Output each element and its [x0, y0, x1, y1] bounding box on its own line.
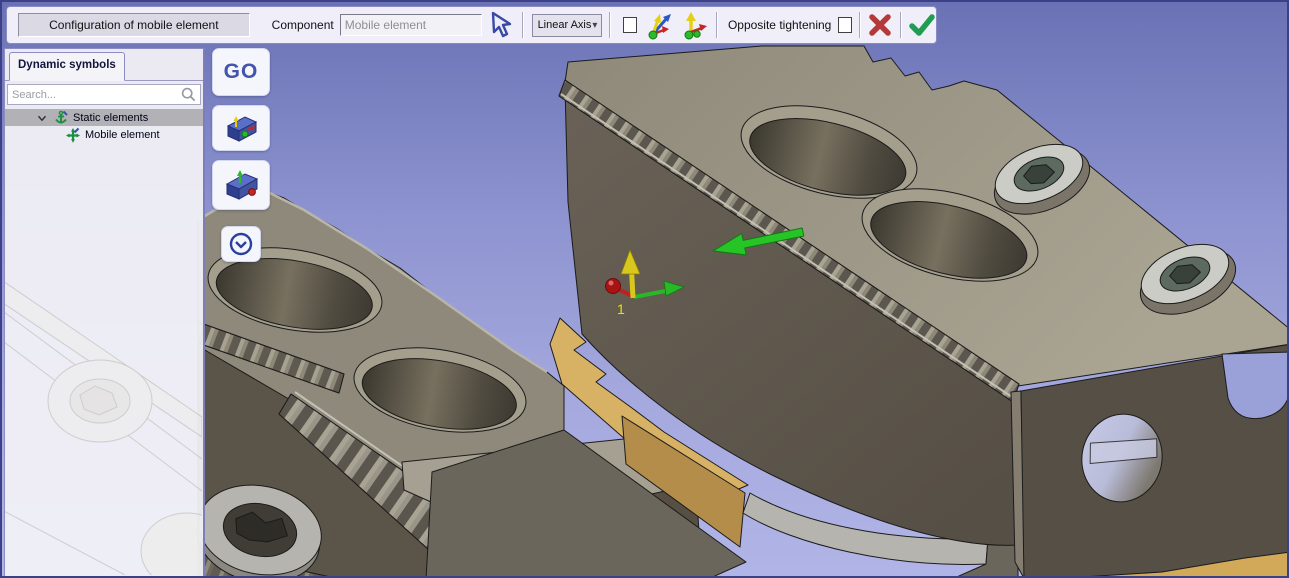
- clock-chevron-icon: [228, 231, 254, 257]
- go-label: GO: [224, 60, 259, 84]
- block-triad-icon: [223, 113, 259, 143]
- history-button[interactable]: [221, 226, 261, 262]
- axis-mode-value: Linear Axis: [538, 19, 592, 31]
- search-input[interactable]: [8, 88, 181, 102]
- green-check-icon: [908, 12, 936, 38]
- panel-ghost-model: [5, 179, 202, 575]
- expander-chevron-icon[interactable]: [35, 111, 49, 125]
- application-window: 1 Configuration of mobile element Compon…: [0, 0, 1289, 578]
- action-button-stack: GO: [212, 48, 270, 262]
- component-input[interactable]: [340, 14, 482, 36]
- mobile-element-block-button[interactable]: [212, 160, 270, 210]
- component-label: Component: [272, 18, 334, 32]
- tree-item-mobile-element[interactable]: Mobile element: [5, 126, 203, 143]
- search-icon: [181, 87, 196, 102]
- annotation-1-label: 1: [617, 301, 625, 317]
- axis-checkbox[interactable]: [623, 17, 637, 33]
- selection-cursor-icon[interactable]: [489, 10, 515, 40]
- search-box: [7, 84, 201, 105]
- dynamic-symbols-panel: Dynamic symbols: [4, 48, 205, 578]
- tree-item-label: Mobile element: [85, 129, 160, 141]
- static-element-block-button[interactable]: [212, 105, 270, 151]
- separator: [716, 12, 717, 38]
- red-cross-icon: [867, 12, 893, 38]
- chevron-down-icon: ▾: [592, 20, 597, 31]
- separator: [900, 12, 901, 38]
- anchor-static-icon: [53, 110, 69, 126]
- panel-tabs: Dynamic symbols: [5, 52, 203, 81]
- confirm-button[interactable]: [908, 10, 936, 40]
- rotation-axis-triad-icon[interactable]: [679, 10, 709, 40]
- separator: [859, 12, 860, 38]
- move-cross-icon: [65, 127, 81, 143]
- separator: [609, 12, 610, 38]
- opposite-tightening-label: Opposite tightening: [728, 18, 831, 32]
- linear-axis-triad-icon[interactable]: [645, 10, 675, 40]
- symbols-tree: Static elements Mobile element: [5, 109, 203, 143]
- separator: [522, 12, 523, 38]
- configuration-toolbar: Configuration of mobile element Componen…: [6, 6, 937, 44]
- go-button[interactable]: GO: [212, 48, 270, 96]
- axis-mode-select[interactable]: Linear Axis ▾: [532, 14, 603, 37]
- toolbar-title-label: Configuration of mobile element: [18, 13, 250, 37]
- tree-item-label: Static elements: [73, 112, 148, 124]
- cancel-button[interactable]: [867, 10, 893, 40]
- block-arrow-icon: [222, 168, 260, 202]
- tree-item-static-elements[interactable]: Static elements: [5, 109, 203, 126]
- tab-dynamic-symbols[interactable]: Dynamic symbols: [9, 52, 125, 81]
- opposite-tightening-checkbox[interactable]: [838, 17, 852, 33]
